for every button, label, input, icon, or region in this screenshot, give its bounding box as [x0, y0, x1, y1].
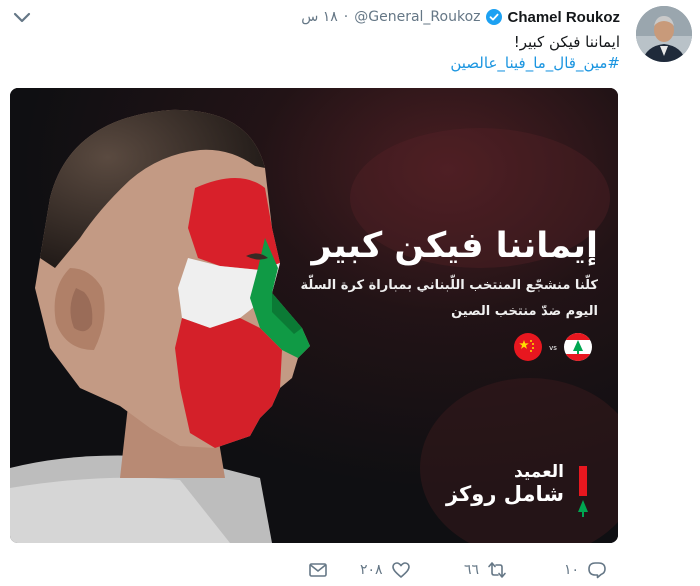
avatar[interactable]: [636, 6, 692, 62]
signature-name: شامل روكز: [445, 482, 564, 506]
user-handle[interactable]: @General_Roukoz: [354, 9, 480, 25]
retweet-button[interactable]: ٦٦: [464, 560, 507, 580]
heart-icon: [391, 562, 410, 578]
tweet-timestamp[interactable]: ١٨ س: [301, 9, 338, 25]
vs-label: vs: [549, 344, 557, 352]
reply-button[interactable]: ١٠: [564, 560, 607, 580]
cedar-exclamation-icon: [578, 466, 588, 517]
like-button[interactable]: ٢٠٨: [360, 560, 411, 580]
tweet-header: ١٨ س · @General_Roukoz Chamel Roukoz: [301, 6, 620, 28]
verified-badge-icon: [486, 9, 503, 25]
lebanon-flag-icon: [564, 333, 592, 361]
match-flags: vs: [514, 333, 592, 361]
envelope-icon: [309, 563, 327, 577]
tweet-actions: ٢٠٨ ٦٦ ١٠: [0, 552, 700, 586]
signature-rank: العميد: [514, 462, 564, 482]
message-button[interactable]: [308, 560, 328, 580]
like-count: ٢٠٨: [360, 562, 383, 578]
media-headline: إيماننا فيكن كبير: [311, 226, 598, 266]
china-flag-icon: [514, 333, 542, 361]
tweet-text: ايماننا فيكن كبير!: [513, 33, 620, 51]
reply-bubble-icon: [588, 562, 606, 579]
media-subtitle-2: اليوم ضدّ منتخب الصين: [451, 304, 598, 319]
header-separator: ·: [343, 9, 349, 25]
hashtag-link[interactable]: #مين_قال_ما_فينا_عالصين: [40, 53, 620, 74]
tweet-media-image[interactable]: إيماننا فيكن كبير كلّنا منشجّع المنتخب ا…: [10, 88, 618, 543]
retweet-count: ٦٦: [464, 562, 480, 578]
retweet-icon: [488, 562, 506, 578]
tweet-body: ايماننا فيكن كبير! #مين_قال_ما_فينا_عالص…: [40, 32, 620, 74]
chevron-down-icon[interactable]: [10, 8, 34, 28]
signature-block: العميد شامل روكز: [446, 462, 564, 506]
display-name[interactable]: Chamel Roukoz: [507, 9, 620, 26]
reply-count: ١٠: [564, 562, 580, 578]
media-subtitle-1: كلّنا منشجّع المنتخب اللّبناني بمباراة ك…: [300, 278, 599, 293]
